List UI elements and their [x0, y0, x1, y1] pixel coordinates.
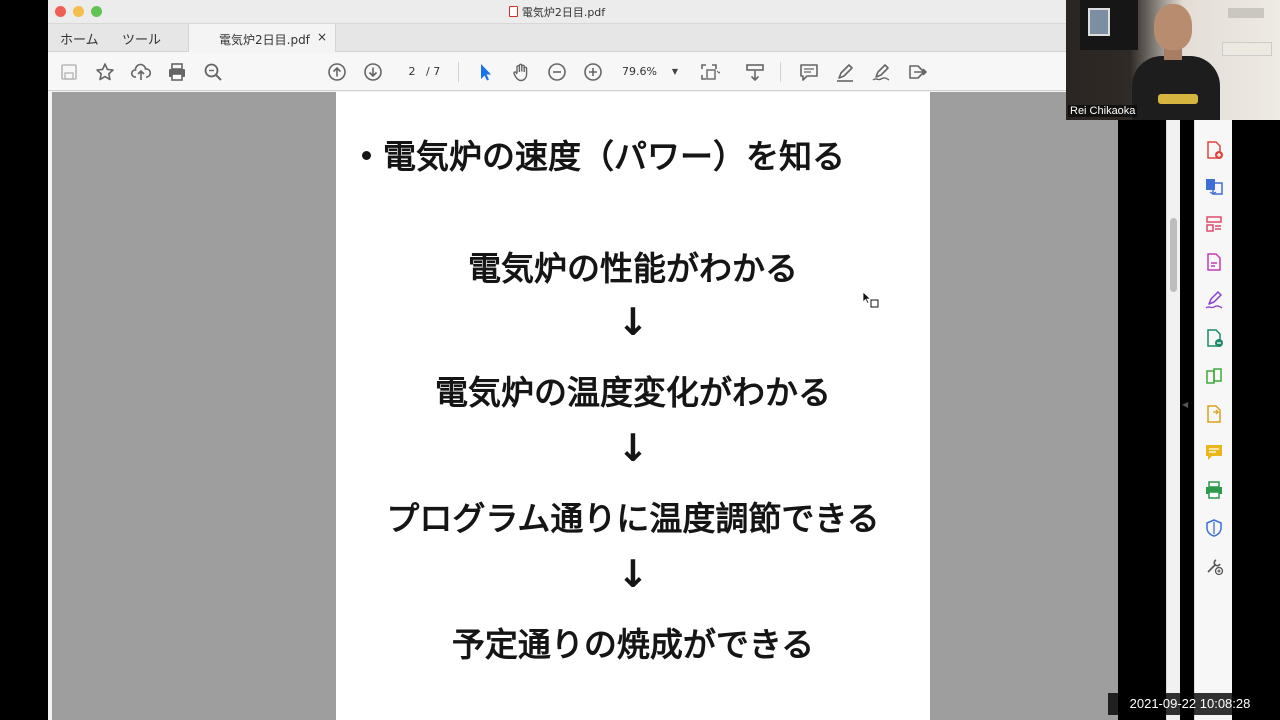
chevron-down-icon: ▼: [671, 67, 678, 76]
toolbar-divider: [780, 62, 781, 82]
screen-margin: [1232, 120, 1280, 720]
scroll-mode-icon[interactable]: [744, 61, 766, 83]
collapse-right-panel-icon[interactable]: ◀: [1182, 400, 1188, 409]
participant-body: [1132, 56, 1220, 120]
screen: 電気炉2日目.pdf ホーム ツール 電気炉2日目.pdf × 2 / 7 79…: [0, 0, 1280, 720]
select-cursor-icon[interactable]: [474, 61, 496, 83]
toolbar: 2 / 7 79.6% ▼: [48, 53, 1066, 91]
page-up-icon[interactable]: [326, 61, 348, 83]
comment-tool-icon[interactable]: [1204, 442, 1224, 462]
compare-files-icon[interactable]: [1204, 366, 1224, 386]
right-tools-panel: [1194, 120, 1232, 720]
upload-icon[interactable]: [130, 61, 152, 83]
highlight-pen-icon[interactable]: [834, 61, 856, 83]
fit-page-icon[interactable]: [698, 61, 722, 83]
share-icon[interactable]: [906, 61, 928, 83]
fill-sign-icon[interactable]: [1204, 290, 1224, 310]
recording-timestamp: 2021-09-22 10:08:28: [1108, 693, 1272, 715]
create-pdf-icon[interactable]: [1204, 140, 1224, 160]
more-tools-icon[interactable]: [1204, 556, 1224, 576]
participant-head: [1154, 4, 1192, 50]
edit-pdf-icon[interactable]: [1204, 252, 1224, 272]
hand-icon[interactable]: [510, 61, 532, 83]
zoom-level-select[interactable]: 79.6% ▼: [622, 63, 680, 81]
title-bar: 電気炉2日目.pdf: [48, 0, 1066, 24]
toolbar-divider: [458, 62, 459, 82]
pdf-file-icon: [508, 6, 518, 17]
zoom-in-icon[interactable]: [582, 61, 604, 83]
print-icon[interactable]: [166, 61, 188, 83]
export-pdf-icon[interactable]: [1204, 328, 1224, 348]
pdf-page: 電気炉の速度（パワー）を知る 電気炉の性能がわかる ↓ 電気炉の温度変化がわかる…: [336, 92, 930, 720]
tab-document[interactable]: 電気炉2日目.pdf ×: [188, 24, 336, 52]
flow-step-1: 電気炉の性能がわかる: [468, 249, 798, 288]
shirt-print: [1158, 94, 1198, 104]
protect-export-icon[interactable]: [1204, 404, 1224, 424]
down-arrow-icon: ↓: [617, 300, 649, 344]
tab-home[interactable]: ホーム: [60, 29, 99, 48]
zoom-out-icon[interactable]: [546, 61, 568, 83]
bullet-heading: 電気炉の速度（パワー）を知る: [362, 130, 922, 178]
combine-files-icon[interactable]: [1204, 176, 1224, 196]
zoom-search-icon[interactable]: [202, 61, 224, 83]
bookmark-star-icon[interactable]: [94, 61, 116, 83]
wall-picture: [1088, 8, 1110, 36]
wall-shelf: [1228, 8, 1264, 18]
participant-video-tile[interactable]: Rei Chikaoka: [1066, 0, 1280, 120]
page-total: / 7: [426, 65, 441, 78]
flow-step-2: 電気炉の温度変化がわかる: [435, 373, 831, 412]
document-tab-close-button[interactable]: ×: [317, 30, 327, 44]
bullet-icon: [362, 151, 371, 160]
zoom-level-value: 79.6%: [622, 65, 657, 78]
tab-bar: ホーム ツール 電気炉2日目.pdf ×: [48, 24, 1066, 52]
mouse-cursor-icon: [862, 291, 879, 308]
page-down-icon[interactable]: [362, 61, 384, 83]
comment-icon[interactable]: [798, 61, 820, 83]
flow-step-3: プログラム通りに温度調節できる: [386, 499, 880, 538]
bullet-text: 電気炉の速度（パワー）を知る: [383, 137, 845, 176]
wall-shelf: [1222, 42, 1272, 56]
document-tab-label: 電気炉2日目.pdf: [219, 33, 310, 47]
scan-print-icon[interactable]: [1204, 480, 1224, 500]
save-icon[interactable]: [58, 61, 80, 83]
vertical-scrollbar[interactable]: [1166, 92, 1180, 720]
window-title: 電気炉2日目.pdf: [48, 4, 1066, 20]
down-arrow-icon: ↓: [617, 552, 649, 596]
scrollbar-thumb[interactable]: [1170, 218, 1177, 292]
window-title-text: 電気炉2日目.pdf: [521, 6, 606, 19]
sign-icon[interactable]: [870, 61, 892, 83]
participant-name-label: Rei Chikaoka: [1068, 105, 1138, 117]
flow-step-4: 予定通りの焼成ができる: [451, 625, 815, 664]
down-arrow-icon: ↓: [617, 426, 649, 470]
protect-shield-icon[interactable]: [1204, 518, 1224, 538]
organize-pages-icon[interactable]: [1204, 214, 1224, 234]
tab-tools[interactable]: ツール: [122, 29, 161, 48]
page-number-input[interactable]: 2: [400, 63, 424, 81]
